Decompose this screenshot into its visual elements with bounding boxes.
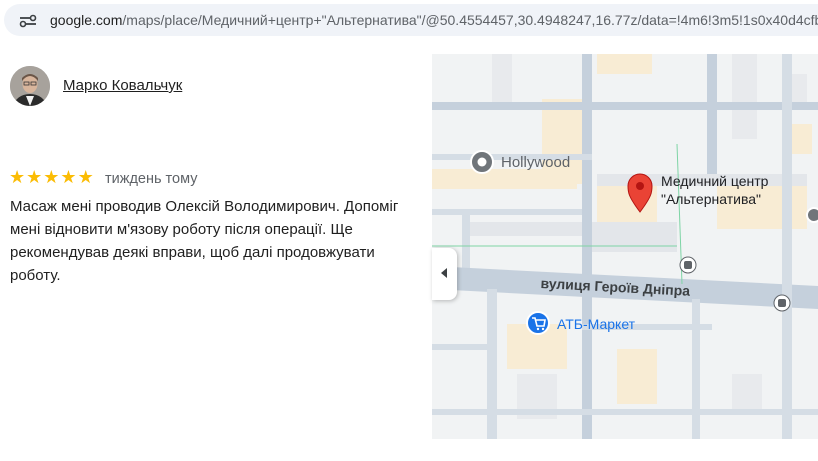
- review-author-link[interactable]: Марко Ковальчук: [63, 77, 182, 94]
- review-text: Масаж мені проводив Олексій Володимирови…: [10, 198, 399, 284]
- rating-stars: ★★★★★: [9, 168, 95, 186]
- review-time: тиждень тому: [105, 171, 198, 187]
- browser-address-bar: google.com/maps/place/Медичний+центр+"Ал…: [0, 0, 818, 40]
- star-icon: ★: [26, 167, 43, 187]
- url-domain: google.com: [50, 12, 123, 28]
- collapse-panel-button[interactable]: [432, 248, 457, 300]
- url-field[interactable]: google.com/maps/place/Медичний+центр+"Ал…: [4, 4, 818, 36]
- site-info-icon[interactable]: [18, 14, 38, 28]
- place-name-line1[interactable]: Медичний центр: [661, 173, 768, 189]
- hollywood-poi-icon[interactable]: [470, 150, 494, 174]
- star-icon: ★: [43, 167, 60, 187]
- place-name-line2[interactable]: "Альтернатива": [661, 191, 761, 207]
- avatar[interactable]: [10, 66, 50, 106]
- bus-stop-icon[interactable]: [773, 294, 791, 312]
- star-icon: ★: [9, 167, 26, 187]
- poi-atb-label[interactable]: АТБ-Маркет: [557, 316, 635, 332]
- atb-cart-icon[interactable]: [526, 311, 550, 335]
- star-icon: ★: [77, 167, 94, 187]
- map-canvas[interactable]: [432, 54, 818, 439]
- poi-hollywood-label[interactable]: Hollywood: [501, 154, 570, 171]
- collapse-chevron-icon: [441, 268, 447, 278]
- star-icon: ★: [60, 167, 77, 187]
- url-path: /maps/place/Медичний+центр+"Альтернатива…: [122, 12, 818, 28]
- map-view[interactable]: Медичний центр "Альтернатива" Hollywood …: [432, 54, 818, 439]
- url-text[interactable]: google.com/maps/place/Медичний+центр+"Ал…: [50, 12, 818, 28]
- review-card: Марко Ковальчук ★★★★★ тиждень тому Масаж…: [0, 40, 432, 461]
- bus-stop-icon[interactable]: [679, 256, 697, 274]
